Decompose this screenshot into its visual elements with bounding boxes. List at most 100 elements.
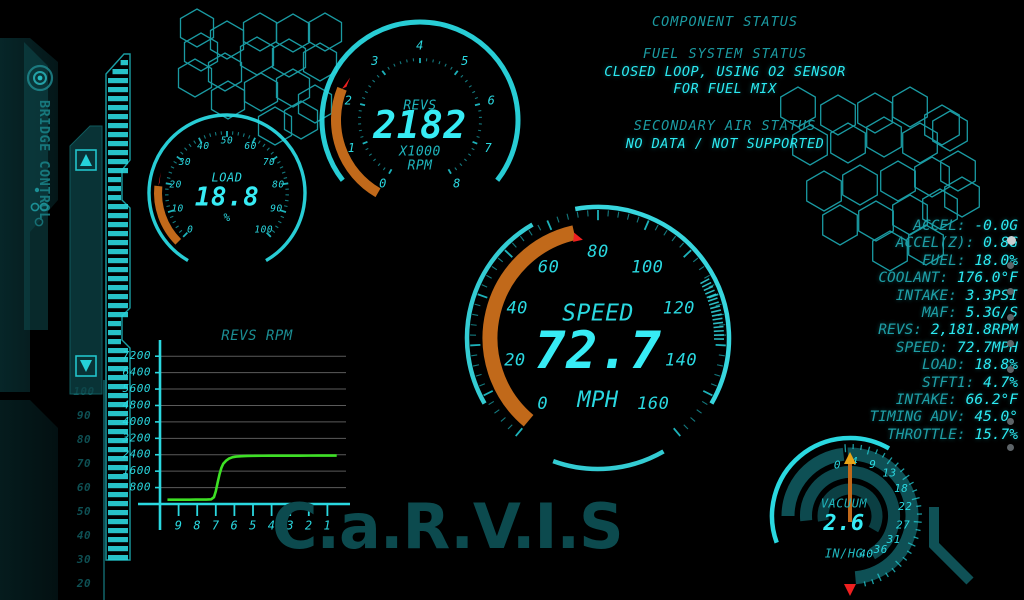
gauge-tick-label: 20: [504, 350, 525, 370]
ladder-segment: [108, 339, 121, 345]
corner-bracket-decoration: [929, 507, 974, 585]
hexagon-icon: [842, 164, 878, 206]
gauge-tick: [515, 427, 523, 437]
gauge-tick: [474, 303, 481, 307]
indicator-dot: [34, 187, 40, 193]
gauge-tick: [399, 61, 402, 65]
readout-label: REVS:: [878, 322, 931, 339]
gauge-tick: [716, 364, 724, 367]
ladder-segment: [108, 267, 128, 273]
gauge-tick: [237, 131, 240, 136]
gauge-tick: [166, 205, 171, 208]
gauge-tick: [450, 66, 453, 70]
readout-label: INTAKE:: [895, 287, 966, 304]
readout-row: COOLANT: 176.0°F: [768, 270, 1018, 287]
ladder-segment: [108, 168, 128, 174]
gauge-tick: [184, 147, 188, 151]
gauge-tick: [166, 177, 171, 179]
gauge-tick: [566, 213, 570, 220]
readout-label: THROTTLE:: [887, 426, 975, 443]
ladder-segment: [108, 555, 128, 561]
gauge-tick: [692, 257, 699, 263]
readout-label: TIMING ADV:: [869, 409, 975, 426]
gauge-tick-label: 90: [270, 204, 282, 215]
ladder-segment: [108, 231, 128, 237]
gauge-tick: [362, 97, 366, 100]
component-status-panel: COMPONENT STATUS FUEL SYSTEM STATUS CLOS…: [560, 12, 890, 153]
hexagon-icon: [209, 20, 245, 60]
gauge-tick: [636, 216, 640, 223]
left-scale-tick: 30: [76, 553, 91, 566]
chart-y-tick-label: 1600: [123, 464, 152, 477]
gauge-tick: [519, 235, 525, 242]
status-dot: [1007, 236, 1016, 245]
gauge-tick: [454, 167, 458, 171]
left-scale-tick: 80: [77, 433, 91, 446]
ladder-segment: [108, 546, 128, 552]
vacuum-tick-label: 22: [898, 500, 912, 513]
gauge-tick: [718, 354, 725, 357]
readout-row: ACCEL(Z): 0.8G: [768, 235, 1018, 252]
speed-gauge[interactable]: 020406080100120140160SPEED72.7MPH: [452, 196, 752, 480]
left-scale-tick: 90: [77, 409, 91, 422]
chart-y-tick-label: 4800: [123, 398, 152, 411]
status-dot: [1007, 444, 1014, 451]
gauge-tick: [704, 274, 710, 279]
gauge-tick: [683, 424, 689, 430]
gauge-tick: [497, 257, 504, 263]
ladder-segment: [108, 213, 128, 219]
speed-gauge-value: 72.7: [534, 321, 661, 381]
gauge-tick-label: 0: [379, 177, 387, 191]
scroll-arrow-strip[interactable]: [68, 120, 104, 400]
fuel-system-status-value-line1: CLOSED LOOP, USING O2 SENSOR: [604, 64, 846, 80]
gauge-tick: [476, 135, 480, 138]
hexagon-icon: [924, 104, 960, 146]
gauge-tick: [511, 242, 517, 248]
ladder-segment: [120, 60, 128, 66]
speed-gauge-rib: [710, 305, 721, 310]
gauge-tick: [364, 90, 368, 94]
chart-y-tick-label: 3200: [122, 431, 152, 444]
ladder-segment: [108, 159, 128, 165]
gauge-tick: [679, 242, 685, 248]
speed-gauge-rib: [711, 313, 722, 317]
gauge-tick: [281, 171, 286, 174]
gauge-tick: [359, 103, 366, 107]
gauge-tick: [447, 168, 452, 175]
status-dot: [1007, 366, 1014, 373]
gauge-tick: [275, 225, 279, 229]
hexagon-icon: [806, 170, 842, 212]
gauge-tick: [470, 324, 477, 326]
ladder-segment: [108, 294, 128, 300]
gauge-tick: [242, 133, 245, 137]
chart-y-tick-label: 4000: [123, 415, 152, 428]
left-scale-tick: 50: [77, 505, 91, 518]
gauge-tick-label: 70: [263, 157, 275, 168]
gauge-tick: [491, 265, 498, 271]
status-dot: [1007, 288, 1014, 295]
secondary-air-status-label: SECONDARY AIR STATUS: [633, 118, 817, 134]
speed-gauge-unit: MPH: [576, 388, 618, 413]
load-gauge[interactable]: 0102030405060708090100LOAD18.8%: [142, 108, 312, 278]
chart-x-tick-label: 5: [249, 519, 257, 533]
gauge-tick-label: 4: [416, 39, 424, 53]
gauge-tick: [283, 177, 288, 179]
gauge-tick: [654, 224, 659, 231]
readout-row: INTAKE: 66.2°F: [768, 392, 1018, 409]
gauge-tick: [438, 61, 441, 65]
gauge-tick: [175, 225, 179, 229]
revs-gauge-value: 2182: [372, 103, 467, 147]
carvis-watermark: C.a.R.V.I.S: [272, 490, 624, 563]
vacuum-gauge-title: VACUUM: [821, 497, 868, 511]
gauge-tick: [368, 153, 372, 157]
gauge-tick: [382, 167, 386, 171]
gauge-tick: [463, 158, 467, 162]
gauge-tick: [702, 390, 713, 397]
chart-y-tick-label: 2400: [123, 448, 152, 461]
gauge-tick: [368, 85, 372, 88]
hexagon-icon: [892, 86, 928, 128]
gauge-tick-label: 40: [506, 299, 527, 319]
vacuum-tick: [916, 505, 922, 508]
vacuum-gauge[interactable]: 04913182227313640VACUUM2.6IN/HG: [762, 432, 942, 600]
readout-row: REVS: 2,181.8RPM: [768, 322, 1018, 339]
